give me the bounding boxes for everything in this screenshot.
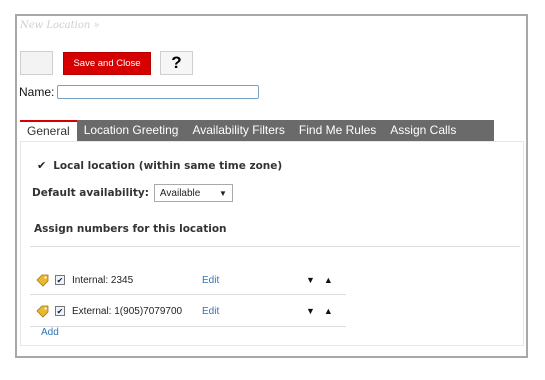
external-number-checkbox[interactable]: ✔: [55, 306, 65, 316]
number-row-external: ✔ External: 1(905)7079700 Edit ▼ ▲: [36, 302, 346, 320]
tab-location-greeting[interactable]: Location Greeting: [77, 120, 186, 141]
local-location-row[interactable]: ✔ Local location (within same time zone): [37, 159, 282, 172]
add-number-link[interactable]: Add: [41, 327, 59, 338]
general-panel: ✔ Local location (within same time zone)…: [20, 141, 524, 346]
external-number-value: 1(905)7079700: [114, 305, 183, 317]
arrow-up-icon[interactable]: ▲: [324, 306, 333, 316]
default-availability-label: Default availability:: [32, 187, 149, 199]
help-button[interactable]: ?: [160, 51, 193, 75]
external-number-label: External:: [72, 305, 112, 317]
internal-number-checkbox[interactable]: ✔: [55, 275, 65, 285]
internal-number: Internal: 2345: [72, 275, 202, 286]
chevron-down-icon: ▼: [219, 188, 227, 198]
external-number: External: 1(905)7079700: [72, 306, 202, 317]
tab-availability-filters[interactable]: Availability Filters: [185, 120, 291, 141]
row-divider: [30, 326, 346, 327]
breadcrumb[interactable]: New Location »: [20, 20, 100, 31]
tag-icon: [36, 274, 49, 287]
assign-numbers-header: Assign numbers for this location: [34, 223, 227, 235]
arrow-down-icon[interactable]: ▼: [306, 275, 315, 285]
internal-number-label: Internal:: [72, 274, 109, 286]
edit-external-link[interactable]: Edit: [202, 306, 306, 317]
name-input[interactable]: [57, 85, 259, 99]
tab-bar: General Location Greeting Availability F…: [20, 120, 494, 141]
blank-toolbar-button[interactable]: [20, 51, 53, 75]
arrow-down-icon[interactable]: ▼: [306, 306, 315, 316]
default-availability-value: Available: [159, 187, 201, 199]
name-label: Name:: [19, 85, 55, 99]
location-dialog: New Location » Save and Close ? Name: Ge…: [15, 14, 528, 358]
default-availability-row: Default availability: Available ▼: [32, 184, 233, 202]
tab-general[interactable]: General: [20, 120, 77, 141]
tag-icon: [36, 305, 49, 318]
check-icon[interactable]: ✔: [37, 159, 46, 172]
arrow-up-icon[interactable]: ▲: [324, 275, 333, 285]
internal-number-value: 2345: [110, 274, 134, 286]
row-divider: [30, 294, 346, 295]
edit-internal-link[interactable]: Edit: [202, 275, 306, 286]
number-row-internal: ✔ Internal: 2345 Edit ▼ ▲: [36, 271, 346, 289]
local-location-label: Local location (within same time zone): [53, 159, 283, 172]
tab-find-me-rules[interactable]: Find Me Rules: [292, 120, 383, 141]
section-divider: [30, 246, 520, 247]
default-availability-select[interactable]: Available ▼: [153, 184, 233, 202]
tab-assign-calls[interactable]: Assign Calls: [383, 120, 463, 141]
save-and-close-button[interactable]: Save and Close: [63, 52, 151, 75]
